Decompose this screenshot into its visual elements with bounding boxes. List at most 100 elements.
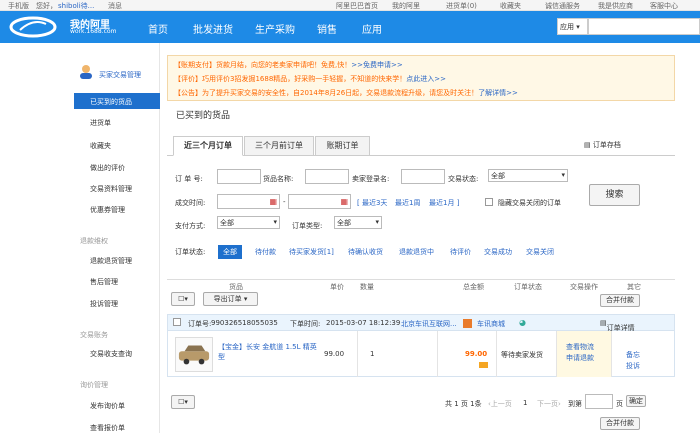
status-tab-confirm[interactable]: 待确认收货 — [348, 247, 383, 257]
tab-credit[interactable]: 账期订单 — [315, 136, 370, 156]
seller-input[interactable] — [401, 169, 445, 184]
chat-icon[interactable]: ◕ — [519, 318, 526, 327]
last-week-link[interactable]: 最近1周 — [395, 198, 420, 208]
sidebar-item-transactions[interactable]: 交易收支查询 — [90, 349, 132, 359]
seller-label: 卖家登录名: — [352, 175, 390, 183]
nav-wholesale[interactable]: 批发进货 — [193, 21, 233, 36]
pay-way-label: 支付方式: — [175, 222, 206, 230]
alibaba-home-link[interactable]: 阿里巴巴首页 — [336, 1, 378, 11]
merge-pay-button[interactable]: 合并付款 — [600, 294, 640, 307]
notice-link-3[interactable]: 了解详情>> — [478, 89, 518, 97]
memo-link[interactable]: 备忘 — [626, 350, 640, 360]
purchase-list-link[interactable]: 进货单(0) — [446, 1, 477, 11]
logo-subtitle: work.1688.com — [70, 28, 117, 35]
pay-way-select[interactable]: 全部 ▾ — [217, 216, 280, 229]
shop-link[interactable]: 车讯商城 — [477, 319, 505, 329]
tab-older[interactable]: 三个月前订单 — [244, 136, 314, 156]
nav-apps[interactable]: 应用 — [362, 21, 382, 36]
sidebar-section-inquiry[interactable]: 询价管理 — [80, 380, 108, 390]
order-checkbox[interactable] — [173, 318, 181, 326]
export-orders-button[interactable]: 导出订单 ▾ — [203, 292, 258, 306]
car-icon — [178, 345, 210, 365]
last-3-days-link[interactable]: [ 最近3天 — [357, 198, 387, 208]
status-tab-success[interactable]: 交易成功 — [484, 247, 512, 257]
sidebar-section-accounts[interactable]: 交易账务 — [80, 330, 108, 340]
select-all-checkbox-bottom[interactable]: ☐▾ — [171, 395, 195, 409]
merge-pay-button-bottom[interactable]: 合并付款 — [600, 417, 640, 430]
sidebar: 买家交易管理 已买到的货品 进货单 收藏夹 做出的评价 交易资料管理 优惠券管理… — [0, 43, 160, 433]
apply-refund-link[interactable]: 申请退款 — [566, 353, 594, 363]
my-alibaba-link[interactable]: 我的阿里 — [392, 1, 420, 11]
search-button[interactable]: 搜索 — [589, 184, 640, 206]
page-unit: 页 — [616, 400, 623, 408]
current-page[interactable]: 1 — [523, 399, 527, 407]
last-month-link[interactable]: 最近1月 ] — [429, 198, 459, 208]
sidebar-section-refund[interactable]: 退款维权 — [80, 236, 108, 246]
calendar-icon[interactable]: ▦ — [340, 197, 348, 206]
date-start-input[interactable]: ▦ — [217, 194, 280, 209]
status-tab-all[interactable]: 全部 — [218, 245, 242, 259]
mobile-link[interactable]: 手机版 — [8, 1, 29, 11]
nav-procurement[interactable]: 生产采购 — [255, 21, 295, 36]
sidebar-item-quotes[interactable]: 查看报价单 — [90, 423, 125, 433]
product-image[interactable] — [175, 337, 213, 372]
message-link[interactable]: 消息 — [108, 1, 122, 11]
sidebar-item-coupons[interactable]: 优惠券管理 — [90, 205, 125, 215]
sidebar-item-bought[interactable]: 已买到的货品 — [90, 97, 132, 107]
order-type-select[interactable]: 全部 ▾ — [334, 216, 382, 229]
date-end-input[interactable]: ▦ — [288, 194, 351, 209]
username-link[interactable]: shiboli待... — [58, 1, 94, 11]
order-archive-link[interactable]: ▤ 订单存档 — [584, 140, 621, 150]
status-tab-review[interactable]: 待评价 — [450, 247, 471, 257]
search-input[interactable] — [588, 18, 700, 35]
favorites-link[interactable]: 收藏夹 — [500, 1, 521, 11]
notice-link-1[interactable]: >>免费申请>> — [351, 61, 402, 69]
sidebar-item-favorites[interactable]: 收藏夹 — [90, 141, 111, 151]
service-link[interactable]: 诚信通服务 — [545, 1, 580, 11]
select-all-checkbox[interactable]: ☐▾ — [171, 292, 195, 306]
sidebar-item-complaint[interactable]: 投诉管理 — [90, 299, 118, 309]
nav-sales[interactable]: 销售 — [317, 21, 337, 36]
order-status-text: 等待卖家发货 — [501, 351, 543, 359]
seller-name-link[interactable]: 北京车讯互联网... — [401, 319, 457, 329]
sidebar-item-refund[interactable]: 退款退货管理 — [90, 256, 132, 266]
notice-link-2[interactable]: 点此进入>> — [406, 75, 446, 83]
nav-home[interactable]: 首页 — [148, 21, 168, 36]
search-type-select[interactable]: 应用 ▾ — [557, 18, 588, 35]
sidebar-item-cart[interactable]: 进货单 — [90, 118, 111, 128]
product-label: 货品名称: — [263, 175, 294, 183]
sidebar-item-post-inquiry[interactable]: 发布询价单 — [90, 401, 125, 411]
tab-recent[interactable]: 近三个月订单 — [173, 136, 243, 156]
page-title: 已买到的货品 — [176, 111, 231, 121]
sidebar-item-aftersale[interactable]: 售后管理 — [90, 277, 118, 287]
product-title-link[interactable]: 【宝金】长安 金航道 1.5L 精英型 — [218, 342, 318, 362]
complain-link[interactable]: 投诉 — [626, 361, 640, 371]
next-page-button[interactable]: 下一页› — [537, 399, 561, 409]
order-no-input[interactable] — [217, 169, 261, 184]
hide-closed-checkbox[interactable] — [485, 198, 493, 206]
goto-confirm-button[interactable]: 确定 — [626, 395, 646, 407]
status-select[interactable]: 全部 ▾ — [488, 169, 568, 182]
order-header: 订单号: 990326518055035 下单时间: 2015-03-07 18… — [167, 314, 675, 332]
prev-page-button[interactable]: ‹上一页 — [488, 399, 512, 409]
status-tab-refund[interactable]: 退款退货中 — [399, 247, 434, 257]
status-tab-closed[interactable]: 交易关闭 — [526, 247, 554, 257]
greeting-text: 您好， — [36, 2, 57, 10]
alibaba-logo-icon[interactable] — [8, 16, 58, 38]
goto-page-input[interactable] — [585, 394, 613, 409]
status-tab-unpaid[interactable]: 待付款 — [255, 247, 276, 257]
view-logistics-link[interactable]: 查看物流 — [566, 342, 594, 352]
status-label: 交易状态: — [448, 175, 479, 183]
sidebar-item-reviews[interactable]: 做出的评价 — [90, 163, 125, 173]
order-time: 2015-03-07 18:12:39 — [326, 319, 401, 327]
hide-closed-label: 隐藏交易关闭的订单 — [498, 199, 561, 207]
supplier-link[interactable]: 我是供应商 — [598, 1, 633, 11]
customer-center-link[interactable]: 客服中心 — [650, 1, 678, 11]
sidebar-item-trade-data[interactable]: 交易资料管理 — [90, 184, 132, 194]
order-number: 990326518055035 — [211, 319, 278, 327]
product-input[interactable] — [305, 169, 349, 184]
order-detail-link[interactable]: ▤ 订单详情 — [600, 319, 635, 332]
calendar-icon[interactable]: ▦ — [269, 197, 277, 206]
order-status-label: 订单状态: — [175, 248, 206, 256]
status-tab-await-ship[interactable]: 待买家发货[1] — [289, 247, 334, 257]
